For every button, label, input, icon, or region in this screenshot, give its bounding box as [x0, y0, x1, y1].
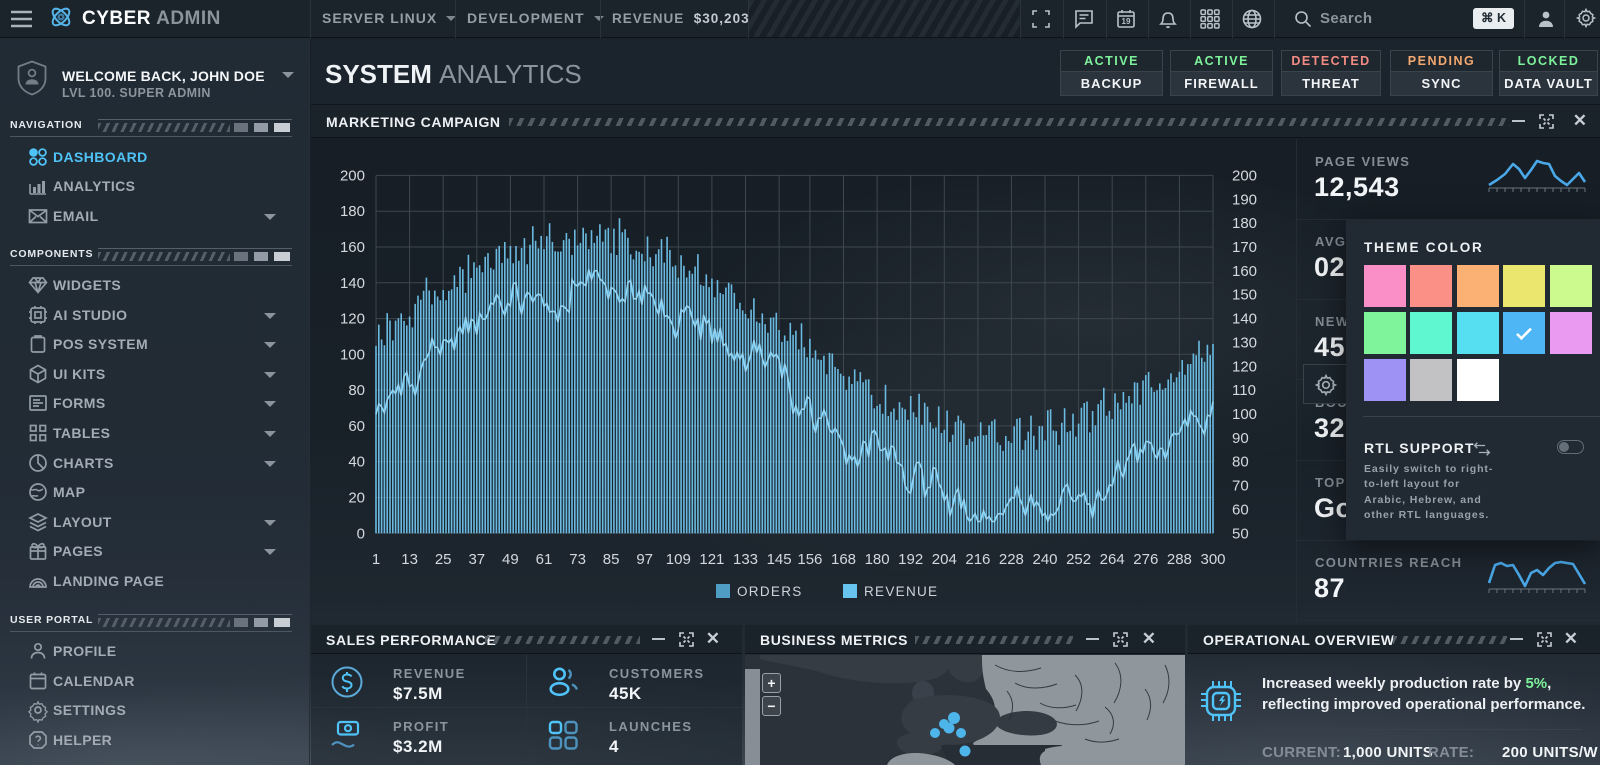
svg-text:109: 109	[666, 551, 691, 568]
svg-text:60: 60	[1232, 501, 1249, 518]
svg-text:180: 180	[865, 551, 890, 568]
svg-text:70: 70	[1232, 478, 1249, 495]
svg-text:228: 228	[999, 551, 1024, 568]
svg-text:110: 110	[1232, 382, 1256, 399]
svg-text:100: 100	[340, 346, 365, 363]
svg-text:80: 80	[1232, 454, 1249, 471]
svg-text:0: 0	[357, 525, 365, 542]
svg-text:85: 85	[603, 551, 620, 568]
svg-text:133: 133	[733, 551, 758, 568]
svg-text:240: 240	[1032, 551, 1057, 568]
svg-text:13: 13	[401, 551, 418, 568]
svg-text:50: 50	[1232, 525, 1249, 542]
svg-text:140: 140	[340, 275, 365, 292]
svg-text:60: 60	[348, 418, 365, 435]
svg-text:20: 20	[348, 490, 365, 507]
svg-text:300: 300	[1200, 551, 1225, 568]
svg-text:216: 216	[965, 551, 990, 568]
svg-text:120: 120	[1232, 358, 1257, 375]
svg-text:264: 264	[1100, 551, 1125, 568]
svg-text:130: 130	[1232, 334, 1257, 351]
svg-text:192: 192	[898, 551, 923, 568]
svg-text:180: 180	[1232, 215, 1257, 232]
svg-text:288: 288	[1167, 551, 1192, 568]
svg-text:120: 120	[340, 311, 365, 328]
svg-text:49: 49	[502, 551, 519, 568]
svg-text:90: 90	[1232, 430, 1249, 447]
svg-text:80: 80	[348, 382, 365, 399]
svg-text:200: 200	[340, 167, 365, 184]
svg-text:97: 97	[636, 551, 653, 568]
svg-text:160: 160	[340, 239, 365, 256]
svg-text:156: 156	[797, 551, 822, 568]
svg-text:121: 121	[699, 551, 724, 568]
svg-text:25: 25	[435, 551, 452, 568]
svg-text:204: 204	[932, 551, 957, 568]
svg-text:160: 160	[1232, 263, 1257, 280]
svg-text:150: 150	[1232, 287, 1257, 304]
svg-text:170: 170	[1232, 239, 1257, 256]
svg-text:61: 61	[536, 551, 553, 568]
svg-text:145: 145	[767, 551, 792, 568]
svg-text:190: 190	[1232, 191, 1257, 208]
svg-text:37: 37	[468, 551, 485, 568]
svg-text:252: 252	[1066, 551, 1091, 568]
svg-text:140: 140	[1232, 311, 1257, 328]
svg-text:1: 1	[372, 551, 380, 568]
svg-text:100: 100	[1232, 406, 1257, 423]
svg-text:180: 180	[340, 203, 365, 220]
svg-text:276: 276	[1133, 551, 1158, 568]
svg-text:168: 168	[831, 551, 856, 568]
svg-text:73: 73	[569, 551, 586, 568]
svg-text:200: 200	[1232, 167, 1257, 184]
svg-text:40: 40	[348, 454, 365, 471]
